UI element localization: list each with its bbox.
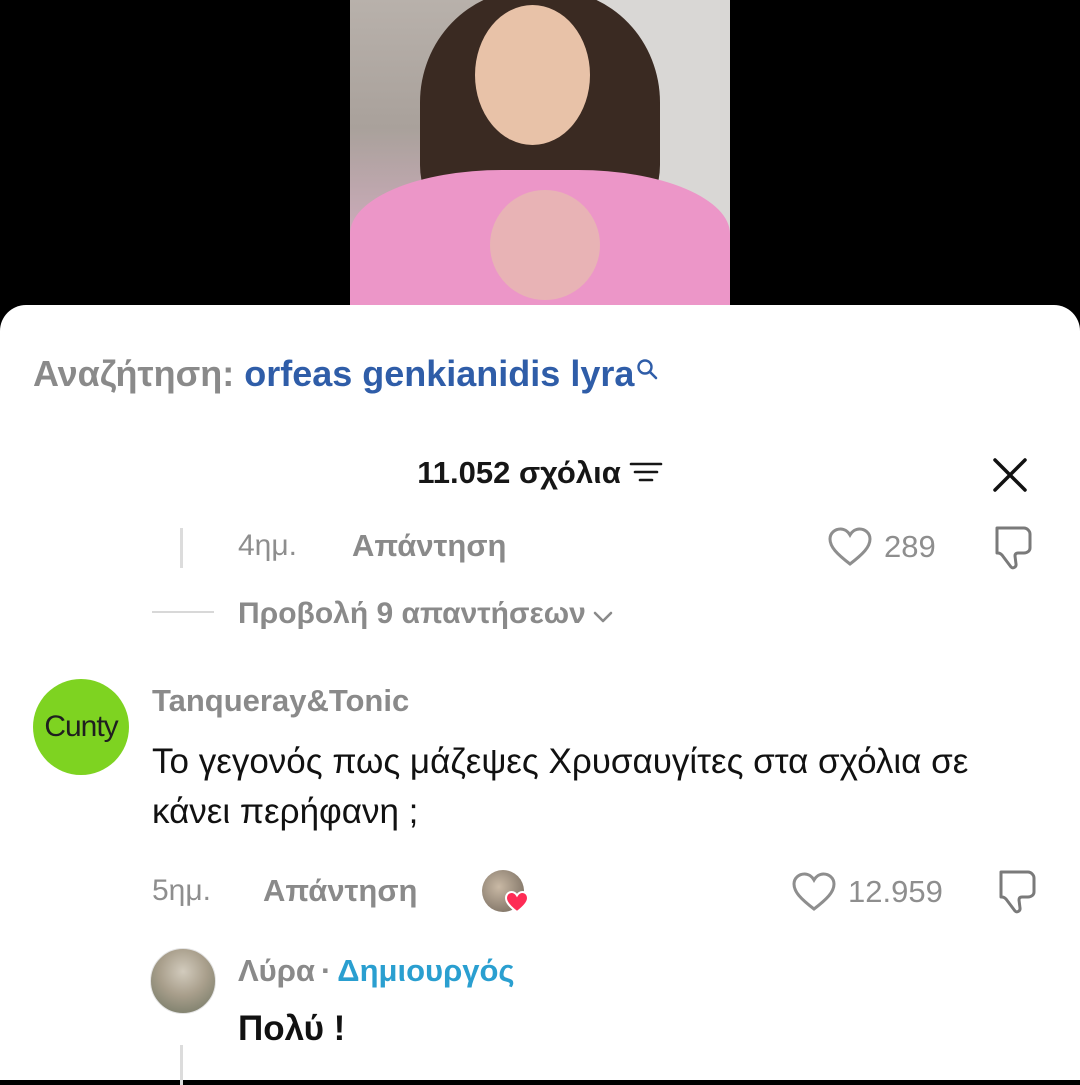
heart-icon[interactable] [827, 526, 873, 573]
close-icon[interactable] [990, 455, 1030, 495]
comment-reply-button[interactable]: Απάντηση [263, 873, 417, 909]
chevron-down-icon [592, 598, 614, 632]
previous-reply-button[interactable]: Απάντηση [352, 528, 506, 564]
comment-age: 5ημ. [152, 874, 211, 907]
creator-username[interactable]: Λύρα [238, 953, 315, 988]
dislike-icon[interactable] [988, 524, 1034, 575]
view-replies-label: Προβολή 9 απαντήσεων [238, 597, 586, 630]
video-preview[interactable] [350, 0, 730, 320]
search-icon [636, 347, 658, 389]
previous-reply-like-count: 289 [884, 529, 936, 564]
search-suggestion[interactable]: Αναζήτηση: orfeas genkianidis lyra [33, 353, 658, 395]
search-label: Αναζήτηση: [33, 353, 235, 394]
creator-badge: Δημιουργός [337, 953, 515, 988]
view-replies-button[interactable]: Προβολή 9 απαντήσεων [238, 597, 614, 632]
view-replies-divider [152, 611, 214, 613]
liked-heart-icon [504, 890, 530, 919]
video-person-hand [490, 190, 600, 300]
dislike-icon[interactable] [992, 868, 1038, 919]
video-person-face [475, 5, 590, 145]
avatar-text: Cunty [44, 710, 118, 743]
thread-line [180, 528, 183, 568]
comments-count-header: 11.052 σχόλια [0, 455, 1080, 493]
comments-count: 11.052 σχόλια [417, 455, 621, 490]
previous-reply-age: 4ημ. [238, 529, 297, 562]
creator-reply-header: Λύρα · Δημιουργός [238, 953, 515, 989]
comment-text: Το γεγονός πως μάζεψες Χρυσαυγίτες στα σ… [152, 742, 969, 831]
comments-sheet: Αναζήτηση: orfeas genkianidis lyra 11.05… [0, 305, 1080, 1085]
comment-like-count: 12.959 [848, 874, 943, 909]
separator-dot: · [320, 953, 332, 988]
comment-username[interactable]: Tanqueray&Tonic [152, 683, 409, 719]
avatar[interactable]: Cunty [33, 679, 129, 775]
sort-icon[interactable] [629, 457, 663, 493]
creator-reply-text: Πολύ ! [238, 1009, 346, 1048]
thread-line [180, 1045, 183, 1085]
search-query-link[interactable]: orfeas genkianidis lyra [244, 353, 634, 394]
creator-avatar[interactable] [150, 948, 216, 1014]
heart-icon[interactable] [791, 871, 837, 918]
